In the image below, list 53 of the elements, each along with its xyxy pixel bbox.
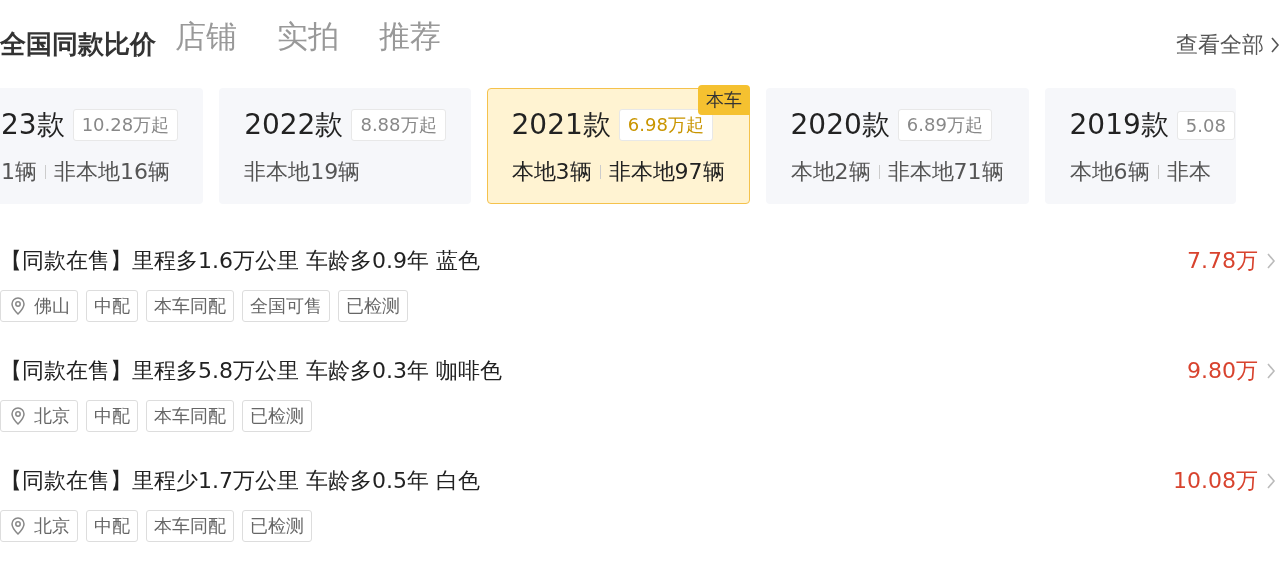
year-card[interactable]: 2022款 8.88万起 非本地19辆 xyxy=(219,88,471,204)
nonlocal-count: 非本地71辆 xyxy=(887,158,1004,186)
listing-tag: 已检测 xyxy=(242,400,312,432)
listing-title[interactable]: 【同款在售】里程多5.8万公里 车龄多0.3年 咖啡色 xyxy=(0,356,502,386)
year-label: 2019款 xyxy=(1069,107,1169,143)
year-card[interactable]: 2019款 5.08 本地6辆 非本 xyxy=(1044,88,1236,204)
local-count: 本地6辆 xyxy=(1069,158,1150,186)
chevron-right-icon xyxy=(1270,36,1280,54)
price-tag: 6.89万起 xyxy=(897,109,992,141)
year-card[interactable]: 本车 2021款 6.98万起 本地3辆 非本地97辆 xyxy=(486,88,750,204)
year-label: 23款 xyxy=(1,107,65,143)
year-card[interactable]: 23款 10.28万起 1辆 非本地16辆 xyxy=(0,88,204,204)
listing-tag: 已检测 xyxy=(242,510,312,542)
location-pin-icon xyxy=(8,516,28,536)
local-count: 1辆 xyxy=(1,158,37,186)
chevron-right-icon xyxy=(1266,362,1276,380)
listing-tag: 中配 xyxy=(86,400,138,432)
listing-title[interactable]: 【同款在售】里程多1.6万公里 车龄多0.9年 蓝色 xyxy=(0,246,480,276)
current-car-badge: 本车 xyxy=(697,85,750,115)
listing-tag: 全国可售 xyxy=(242,290,330,322)
listing-price[interactable]: 7.78万 xyxy=(1187,246,1284,276)
year-label: 2021款 xyxy=(511,107,611,143)
view-all-link[interactable]: 查看全部 xyxy=(1176,30,1280,60)
local-count: 本地2辆 xyxy=(790,158,871,186)
price-tag: 5.08 xyxy=(1176,110,1235,140)
year-card[interactable]: 2020款 6.89万起 本地2辆 非本地71辆 xyxy=(765,88,1029,204)
year-label: 2020款 xyxy=(790,107,890,143)
listing-price[interactable]: 9.80万 xyxy=(1187,356,1284,386)
location-tag: 北京 xyxy=(0,510,78,542)
section-title: 全国同款比价 xyxy=(0,28,156,61)
nonlocal-count: 非本地19辆 xyxy=(244,158,361,186)
local-count: 本地3辆 xyxy=(511,158,592,186)
listing-tag: 本车同配 xyxy=(146,290,234,322)
listing-tag: 已检测 xyxy=(338,290,408,322)
nonlocal-count: 非本地97辆 xyxy=(608,158,725,186)
chevron-right-icon xyxy=(1266,472,1276,490)
location-pin-icon xyxy=(8,296,28,316)
location-tag: 佛山 xyxy=(0,290,78,322)
price-tag: 10.28万起 xyxy=(72,109,179,141)
price-tag: 8.88万起 xyxy=(351,109,446,141)
nonlocal-count: 非本 xyxy=(1166,158,1211,186)
listing-tag: 中配 xyxy=(86,510,138,542)
listing-title[interactable]: 【同款在售】里程少1.7万公里 车龄多0.5年 白色 xyxy=(0,466,480,496)
listing-tag: 本车同配 xyxy=(146,510,234,542)
listing-tag: 中配 xyxy=(86,290,138,322)
price-tag: 6.98万起 xyxy=(618,109,713,141)
location-tag: 北京 xyxy=(0,400,78,432)
listing-tag: 本车同配 xyxy=(146,400,234,432)
chevron-right-icon xyxy=(1266,252,1276,270)
location-pin-icon xyxy=(8,406,28,426)
nonlocal-count: 非本地16辆 xyxy=(54,158,170,186)
year-label: 2022款 xyxy=(244,107,344,143)
listing-price[interactable]: 10.08万 xyxy=(1173,466,1284,496)
